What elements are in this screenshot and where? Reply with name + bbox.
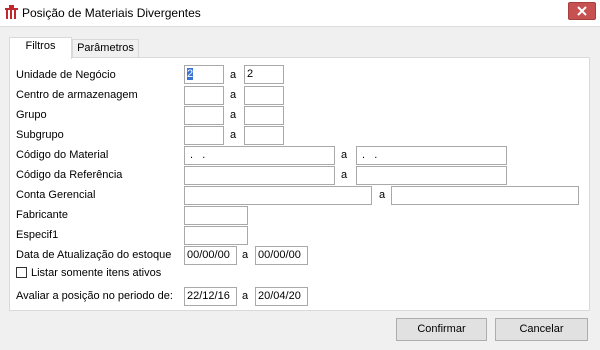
centro-label: Centro de armazenagem (16, 89, 138, 101)
tab-filtros[interactable]: Filtros (9, 37, 72, 59)
periodo-label: Avaliar a posição no periodo de: (16, 290, 173, 302)
listar-ativos-label[interactable]: Listar somente itens ativos (31, 267, 161, 279)
conta-from-input[interactable] (184, 186, 372, 205)
unidade-from-input[interactable]: 2 (184, 65, 224, 84)
data-atualizacao-label: Data de Atualização do estoque (16, 249, 172, 261)
range-separator: a (379, 189, 386, 201)
conta-to-input[interactable] (391, 186, 579, 205)
conta-label: Conta Gerencial (16, 189, 96, 201)
unidade-label: Unidade de Negócio (16, 69, 116, 81)
subgrupo-label: Subgrupo (16, 129, 64, 141)
range-separator: a (341, 169, 348, 181)
range-separator: a (242, 249, 249, 261)
app-logo-icon (4, 5, 19, 20)
codigo-material-to-input[interactable]: . . (356, 146, 507, 165)
range-separator: a (341, 149, 348, 161)
range-separator: a (242, 290, 249, 302)
codigo-referencia-from-input[interactable] (184, 166, 335, 185)
window-title: Posição de Materiais Divergentes (22, 6, 201, 20)
codigo-referencia-label: Código da Referência (16, 169, 123, 181)
fabricante-input[interactable] (184, 206, 248, 225)
range-separator: a (230, 129, 237, 141)
data-atualizacao-from-input[interactable]: 00/00/00 (184, 246, 237, 265)
close-icon (577, 6, 587, 16)
subgrupo-to-input[interactable] (244, 126, 284, 145)
centro-from-input[interactable] (184, 86, 224, 105)
centro-to-input[interactable] (244, 86, 284, 105)
cancelar-button[interactable]: Cancelar (495, 318, 588, 341)
especif1-label: Especif1 (16, 229, 59, 241)
grupo-from-input[interactable] (184, 106, 224, 125)
tab-parametros[interactable]: Parâmetros (72, 39, 139, 58)
grupo-to-input[interactable] (244, 106, 284, 125)
periodo-from-input[interactable]: 22/12/16 (184, 287, 237, 306)
confirmar-button[interactable]: Confirmar (396, 318, 487, 341)
range-separator: a (230, 69, 237, 81)
codigo-material-from-input[interactable]: . . (184, 146, 335, 165)
fabricante-label: Fabricante (16, 209, 68, 221)
data-atualizacao-to-input[interactable]: 00/00/00 (255, 246, 308, 265)
codigo-referencia-to-input[interactable] (356, 166, 507, 185)
codigo-material-label: Código do Material (16, 149, 109, 161)
listar-ativos-checkbox[interactable] (16, 267, 27, 278)
title-bar: Posição de Materiais Divergentes (0, 0, 600, 27)
range-separator: a (230, 89, 237, 101)
subgrupo-from-input[interactable] (184, 126, 224, 145)
periodo-to-input[interactable]: 20/04/20 (255, 287, 308, 306)
unidade-to-input[interactable]: 2 (244, 65, 284, 84)
range-separator: a (230, 109, 237, 121)
especif1-input[interactable] (184, 226, 248, 245)
close-button[interactable] (568, 2, 596, 20)
grupo-label: Grupo (16, 109, 47, 121)
